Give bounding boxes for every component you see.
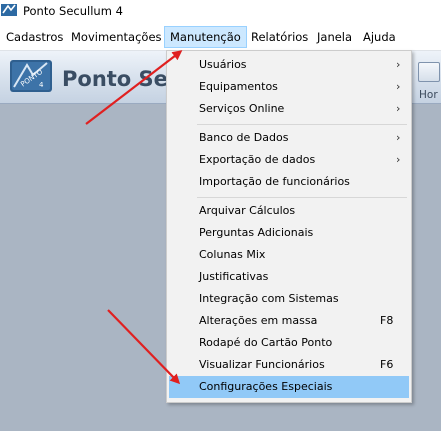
menu-item-exportacao-de-dados[interactable]: Exportação de dados › bbox=[169, 149, 409, 171]
menu-item-perguntas-adicionais[interactable]: Perguntas Adicionais bbox=[169, 222, 409, 244]
menu-janela[interactable]: Janela bbox=[312, 27, 357, 47]
app-logo-icon bbox=[1, 4, 17, 16]
window-title: Ponto Secullum 4 bbox=[23, 4, 123, 18]
ponto-logo-icon: PONTO 4 bbox=[10, 60, 52, 92]
manutencao-dropdown-menu: Usuários › Equipamentos › Serviços Onlin… bbox=[166, 50, 412, 403]
menu-item-importacao-de-funcionarios[interactable]: Importação de funcionários bbox=[169, 171, 409, 193]
title-bar: Ponto Secullum 4 bbox=[0, 0, 441, 24]
submenu-arrow-icon: › bbox=[396, 102, 401, 115]
menu-item-rodape-do-cartao-ponto[interactable]: Rodapé do Cartão Ponto bbox=[169, 332, 409, 354]
logo-number: 4 bbox=[39, 81, 44, 89]
menu-cadastros[interactable]: Cadastros bbox=[1, 27, 68, 47]
submenu-arrow-icon: › bbox=[396, 131, 401, 144]
menu-item-alteracoes-em-massa[interactable]: Alterações em massa F8 bbox=[169, 310, 409, 332]
menu-separator bbox=[197, 124, 407, 125]
menu-item-usuarios[interactable]: Usuários › bbox=[169, 54, 409, 76]
menu-manutencao[interactable]: Manutenção bbox=[164, 26, 247, 48]
toolbar-button-label: Hor bbox=[419, 89, 438, 101]
submenu-arrow-icon: › bbox=[396, 58, 401, 71]
menu-item-colunas-mix[interactable]: Colunas Mix bbox=[169, 244, 409, 266]
menu-ajuda[interactable]: Ajuda bbox=[358, 27, 401, 47]
menu-item-integracao-com-sistemas[interactable]: Integração com Sistemas bbox=[169, 288, 409, 310]
menu-item-equipamentos[interactable]: Equipamentos › bbox=[169, 76, 409, 98]
menu-bar: Cadastros Movimentações Manutenção Relat… bbox=[0, 24, 441, 51]
menu-item-banco-de-dados[interactable]: Banco de Dados › bbox=[169, 127, 409, 149]
submenu-arrow-icon: › bbox=[396, 80, 401, 93]
menu-item-visualizar-funcionarios[interactable]: Visualizar Funcionários F6 bbox=[169, 354, 409, 376]
toolbar-button[interactable] bbox=[418, 62, 440, 82]
shortcut-label: F6 bbox=[380, 358, 394, 371]
menu-item-configuracoes-especiais[interactable]: Configurações Especiais bbox=[169, 376, 409, 398]
menu-item-arquivar-calculos[interactable]: Arquivar Cálculos bbox=[169, 200, 409, 222]
menu-relatorios[interactable]: Relatórios bbox=[246, 27, 313, 47]
menu-item-justificativas[interactable]: Justificativas bbox=[169, 266, 409, 288]
menu-item-servicos-online[interactable]: Serviços Online › bbox=[169, 98, 409, 120]
menu-separator bbox=[197, 197, 407, 198]
submenu-arrow-icon: › bbox=[396, 153, 401, 166]
shortcut-label: F8 bbox=[380, 314, 394, 327]
menu-movimentacoes[interactable]: Movimentações bbox=[66, 27, 167, 47]
